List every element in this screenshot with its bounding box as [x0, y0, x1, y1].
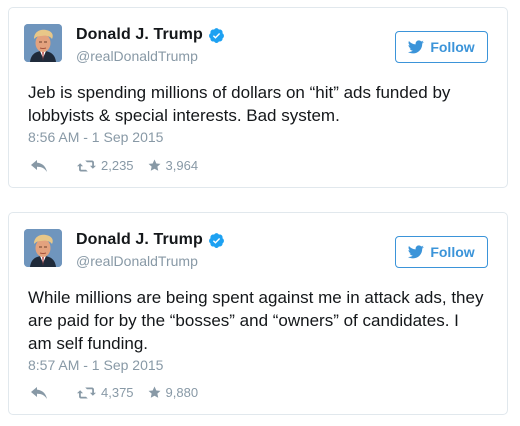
tweet-text: While millions are being spent against m… — [28, 288, 484, 353]
tweet-actions: 4,375 9,880 — [31, 385, 198, 400]
author-display-name[interactable]: Donald J. Trump — [76, 231, 203, 249]
verified-badge-icon — [208, 232, 225, 249]
follow-button[interactable]: Follow — [395, 31, 488, 63]
follow-button[interactable]: Follow — [395, 236, 488, 268]
reply-arrow-icon — [31, 386, 47, 399]
retweet-button[interactable]: 4,375 — [77, 385, 134, 400]
reply-arrow-icon — [31, 159, 47, 172]
author-handle[interactable]: @realDonaldTrump — [76, 253, 198, 269]
retweet-icon — [77, 386, 96, 399]
like-count: 3,964 — [165, 158, 199, 173]
author-name-row[interactable]: Donald J. Trump — [76, 231, 225, 249]
retweet-count: 2,235 — [101, 158, 134, 173]
author-name-row[interactable]: Donald J. Trump — [76, 26, 225, 44]
star-icon — [148, 386, 161, 398]
author-handle[interactable]: @realDonaldTrump — [76, 48, 198, 64]
reply-button[interactable] — [31, 159, 47, 172]
tweet-card[interactable]: Donald J. Trump @realDonaldTrump Follow … — [8, 212, 508, 415]
verified-badge-icon — [208, 27, 225, 44]
author-display-name[interactable]: Donald J. Trump — [76, 26, 203, 44]
retweet-count: 4,375 — [101, 385, 134, 400]
avatar[interactable] — [24, 24, 62, 62]
tweet-actions: 2,235 3,964 — [31, 158, 198, 173]
like-count: 9,880 — [165, 385, 199, 400]
retweet-icon — [77, 159, 96, 172]
follow-button-label: Follow — [430, 244, 475, 260]
tweet-timestamp[interactable]: 8:56 AM - 1 Sep 2015 — [28, 129, 163, 145]
tweet-timestamp[interactable]: 8:57 AM - 1 Sep 2015 — [28, 357, 163, 373]
follow-button-label: Follow — [430, 39, 475, 55]
twitter-bird-icon — [408, 245, 425, 259]
retweet-button[interactable]: 2,235 — [77, 158, 134, 173]
tweet-card[interactable]: Donald J. Trump @realDonaldTrump Follow … — [8, 7, 508, 188]
avatar-image — [24, 24, 62, 62]
avatar[interactable] — [24, 229, 62, 267]
tweet-text: Jeb is spending millions of dollars on “… — [28, 83, 451, 125]
like-button[interactable]: 3,964 — [148, 158, 199, 173]
like-button[interactable]: 9,880 — [148, 385, 199, 400]
twitter-bird-icon — [408, 40, 425, 54]
avatar-image — [24, 229, 62, 267]
reply-button[interactable] — [31, 386, 47, 399]
star-icon — [148, 159, 161, 171]
